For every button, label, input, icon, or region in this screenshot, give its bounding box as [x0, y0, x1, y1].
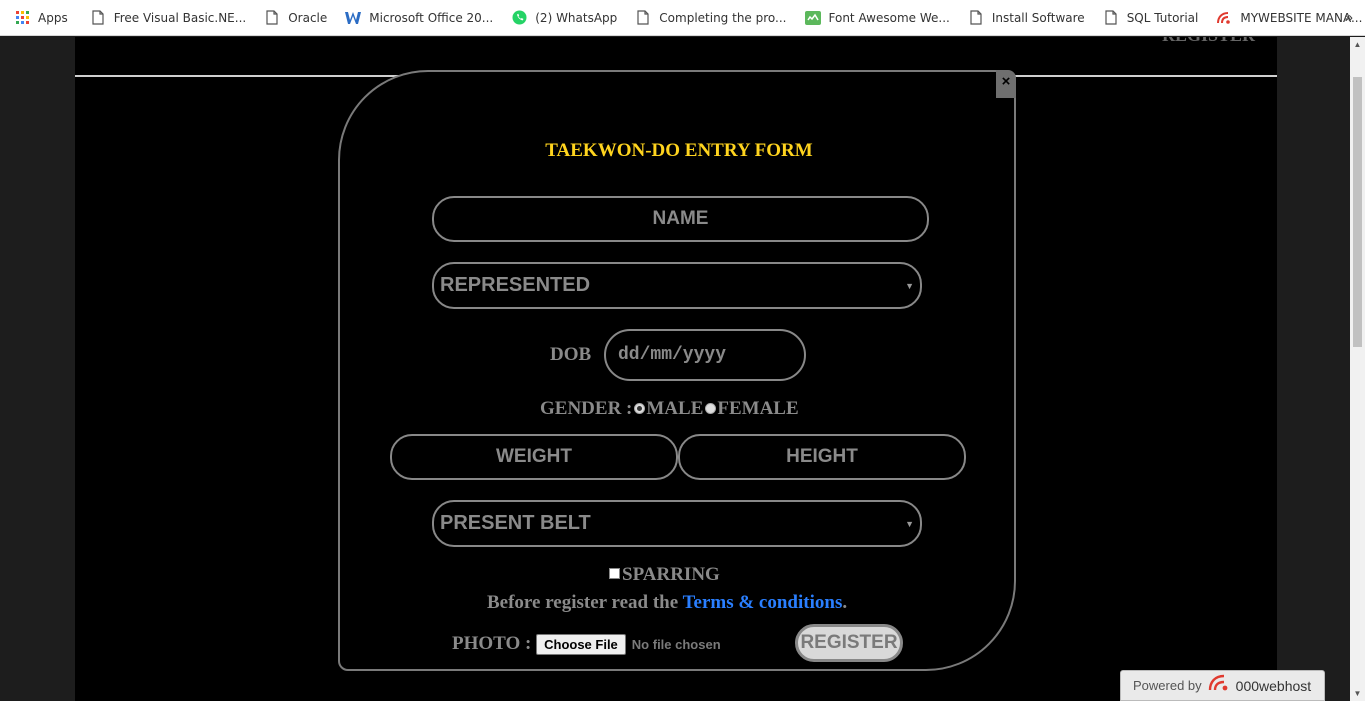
gender-female-label: FEMALE [717, 398, 799, 419]
bookmark-font-awesome[interactable]: Font Awesome We... [804, 4, 958, 32]
photo-label: PHOTO : [452, 633, 532, 654]
gender-label: GENDER : [540, 398, 633, 419]
present-belt-select[interactable]: PRESENT BELT ▼ [432, 500, 922, 547]
dob-placeholder: dd/mm/yyyy [618, 345, 727, 365]
bookmark-free-visual-basic[interactable]: Free Visual Basic.NE... [90, 4, 255, 32]
close-button[interactable]: × [996, 70, 1016, 98]
bookmark-oracle[interactable]: Oracle [264, 4, 335, 32]
bookmark-label: (2) WhatsApp [535, 10, 618, 25]
more-bookmarks-chevron-icon[interactable]: » [1345, 9, 1353, 26]
sparring-row: SPARRING [609, 564, 720, 586]
page-icon [968, 10, 984, 26]
bookmark-mywebsite[interactable]: MYWEBSITE MANA... [1216, 4, 1365, 32]
bookmark-label: Install Software [991, 10, 1085, 25]
bookmark-label: Free Visual Basic.NE... [113, 10, 247, 25]
page-icon [1103, 10, 1119, 26]
powered-by-badge[interactable]: Powered by 000webhost [1120, 670, 1325, 701]
height-input[interactable]: HEIGHT [678, 434, 966, 480]
photo-row: PHOTO : Choose File No file chosen [452, 633, 721, 655]
powered-by-brand: 000webhost [1235, 677, 1312, 694]
bookmark-completing-the-pro[interactable]: Completing the pro... [635, 4, 794, 32]
page-icon [635, 10, 651, 26]
bookmark-label: Oracle [288, 10, 328, 25]
w-logo-icon [345, 10, 362, 26]
terms-row: Before register read the Terms & conditi… [487, 592, 847, 614]
bookmark-microsoft-office[interactable]: Microsoft Office 20... [345, 4, 501, 32]
bookmark-apps[interactable]: Apps [14, 4, 76, 32]
bookmark-install-software[interactable]: Install Software [968, 4, 1093, 32]
scrollbar-thumb[interactable] [1353, 77, 1362, 347]
name-input[interactable]: NAME [432, 196, 929, 242]
webhost-icon [1216, 10, 1232, 26]
dob-date-input[interactable]: dd/mm/yyyy [604, 329, 806, 381]
bookmark-label: Apps [38, 10, 68, 25]
bookmark-label: SQL Tutorial [1126, 10, 1199, 25]
page-viewport: REGISTER × TAEKWON-DO ENTRY FORM NAME RE… [0, 37, 1350, 701]
page-content: REGISTER × TAEKWON-DO ENTRY FORM NAME RE… [75, 37, 1277, 701]
dropdown-arrow-icon: ▼ [905, 280, 914, 291]
gender-male-label: MALE [646, 398, 704, 419]
font-awesome-icon [804, 10, 821, 26]
sparring-label: SPARRING [622, 564, 720, 585]
name-placeholder: NAME [652, 208, 709, 229]
page-icon [90, 10, 106, 26]
webhost-logo-icon [1208, 674, 1232, 697]
dropdown-arrow-icon: ▼ [905, 518, 914, 529]
sparring-checkbox[interactable] [609, 568, 620, 580]
gender-female-radio[interactable] [705, 402, 717, 414]
page-icon [264, 10, 280, 26]
terms-link[interactable]: Terms & conditions [683, 592, 843, 613]
gender-male-radio[interactable] [634, 402, 646, 414]
scroll-down-arrow-icon[interactable]: ▼ [1350, 686, 1365, 701]
height-placeholder: HEIGHT [786, 446, 858, 467]
page-heading-fragment: REGISTER [1162, 37, 1255, 46]
powered-by-label: Powered by [1133, 678, 1202, 693]
choose-file-button[interactable]: Choose File [536, 634, 626, 655]
gender-row: GENDER : MALE FEMALE [540, 398, 799, 420]
bookmark-label: Microsoft Office 20... [369, 10, 494, 25]
scroll-up-arrow-icon[interactable]: ▲ [1350, 37, 1365, 52]
dob-label: DOB [550, 344, 592, 365]
bookmark-sql-tutorial[interactable]: SQL Tutorial [1103, 4, 1207, 32]
apps-grid-icon [14, 10, 30, 26]
bookmarks-bar: Apps Free Visual Basic.NE... Oracle Micr… [0, 0, 1365, 36]
register-button[interactable]: REGISTER [795, 624, 903, 662]
represented-select[interactable]: REPRESENTED ▼ [432, 262, 922, 309]
bookmark-label: Font Awesome We... [828, 10, 950, 25]
terms-suffix: . [842, 592, 848, 613]
bookmark-whatsapp[interactable]: (2) WhatsApp [511, 4, 625, 32]
terms-prefix: Before register read the [487, 592, 683, 613]
form-title: TAEKWON-DO ENTRY FORM [545, 140, 813, 161]
represented-value: REPRESENTED [440, 274, 591, 296]
weight-placeholder: WEIGHT [496, 446, 572, 467]
entry-form-modal: × TAEKWON-DO ENTRY FORM NAME REPRESENTED… [338, 70, 1016, 671]
bookmark-label: Completing the pro... [659, 10, 787, 25]
present-belt-value: PRESENT BELT [440, 512, 591, 534]
vertical-scrollbar[interactable]: ▲ ▼ [1350, 37, 1365, 701]
weight-input[interactable]: WEIGHT [390, 434, 678, 480]
whatsapp-icon [511, 10, 527, 26]
file-status: No file chosen [631, 637, 721, 652]
